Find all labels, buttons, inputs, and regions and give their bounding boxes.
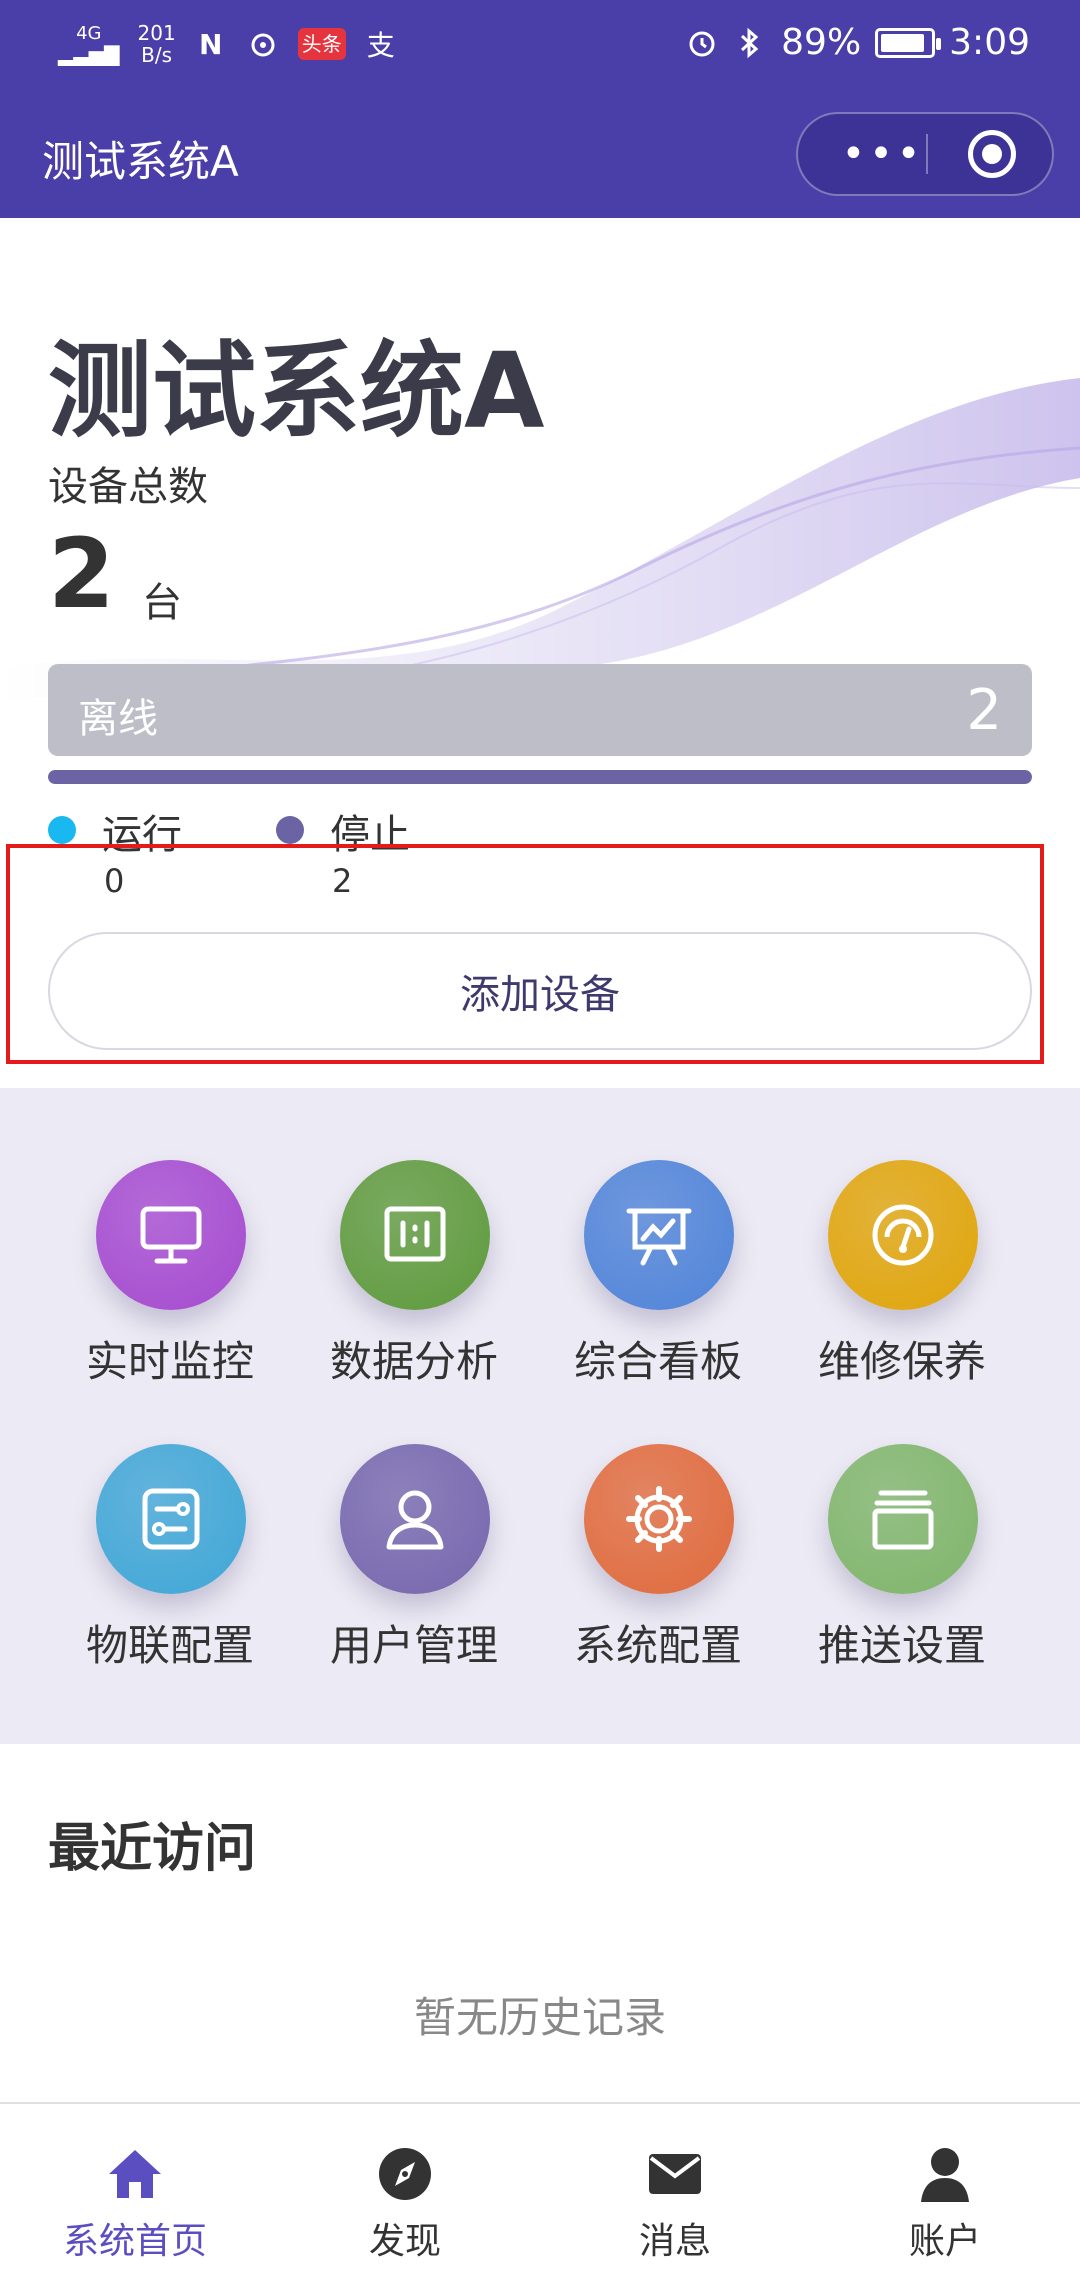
monitor-icon: [96, 1160, 246, 1310]
tab-label: 发现: [368, 2221, 441, 2262]
tile-label: 用户管理: [329, 1621, 498, 1670]
gauge-icon: [828, 1160, 978, 1310]
function-grid: 实时监控 数据分析 综合看板 维修保养 物联配置 用户管理 系统配置 推送设置: [0, 1088, 1080, 1744]
tile-label: 物联配置: [85, 1621, 254, 1670]
alarm-icon: [685, 26, 719, 60]
user-icon: [340, 1444, 490, 1594]
running-dot: [48, 816, 76, 844]
mail-icon: [649, 2154, 701, 2194]
tab-account[interactable]: 账户: [810, 2104, 1080, 2282]
tab-label: 账户: [908, 2221, 981, 2262]
status-progress-fill: [48, 770, 1032, 784]
tile-label: 推送设置: [817, 1621, 986, 1670]
presentation-board-icon: [584, 1160, 734, 1310]
alipay-icon: 支: [366, 29, 395, 62]
battery-percent: 89%: [781, 22, 862, 63]
recent-visits-title: 最近访问: [48, 1819, 257, 1879]
tile-iot-config[interactable]: 物联配置: [48, 1372, 292, 1670]
more-dots-icon[interactable]: •••: [828, 114, 938, 194]
tile-realtime-monitor[interactable]: 实时监控: [48, 1088, 292, 1386]
nfc-icon: N: [199, 27, 223, 61]
battery-icon: [875, 27, 942, 58]
capsule-divider: [926, 134, 928, 174]
toutiao-icon: 头条: [297, 28, 346, 60]
tile-user-management[interactable]: 用户管理: [292, 1372, 536, 1670]
data-panel-icon: [340, 1160, 490, 1310]
recent-empty-text: 暂无历史记录: [413, 1993, 666, 2042]
net-speed: 201 B/s: [138, 22, 176, 66]
tab-discover[interactable]: 发现: [270, 2104, 540, 2282]
clock-time: 3:09: [949, 22, 1030, 63]
tab-label: 消息: [638, 2221, 711, 2262]
device-total-value: 2: [48, 518, 115, 630]
tile-label: 系统配置: [573, 1621, 742, 1670]
net-speed-unit: B/s: [141, 43, 173, 67]
person-icon: [921, 2148, 969, 2202]
target-icon[interactable]: [968, 130, 1016, 178]
tab-home[interactable]: 系统首页: [0, 2104, 270, 2282]
status-progress-bar: [48, 770, 1032, 784]
offline-label: 离线: [78, 696, 158, 742]
device-total-unit: 台: [142, 580, 182, 626]
gear-icon: [584, 1444, 734, 1594]
tile-system-config[interactable]: 系统配置: [536, 1372, 780, 1670]
device-total-label: 设备总数: [48, 464, 208, 510]
app-title: 测试系统A: [42, 137, 239, 186]
tile-maintenance[interactable]: 维修保养: [780, 1088, 1024, 1386]
tile-push-settings[interactable]: 推送设置: [780, 1372, 1024, 1670]
app-header: 4G ▂▃▅▇ 201 B/s N 头条 支 89% 3:09 测试系统A ••…: [0, 0, 1080, 218]
signal-label: 4G: [76, 23, 102, 44]
config-switch-icon: [96, 1444, 246, 1594]
weibo-icon: [246, 27, 280, 61]
bottom-tab-bar: 系统首页 发现 消息 账户: [0, 2102, 1080, 2280]
status-bar: 4G ▂▃▅▇ 201 B/s N 头条 支 89% 3:09: [0, 0, 1080, 95]
signal-icon: 4G ▂▃▅▇: [58, 23, 120, 66]
miniapp-capsule: •••: [796, 112, 1054, 196]
home-icon: [109, 2150, 161, 2198]
compass-icon: [379, 2148, 431, 2200]
tile-dashboard[interactable]: 综合看板: [536, 1088, 780, 1386]
stopped-dot: [276, 816, 304, 844]
highlight-box: [6, 844, 1044, 1064]
offline-count: 2: [966, 678, 1002, 743]
window-stack-icon: [828, 1444, 978, 1594]
tile-data-analysis[interactable]: 数据分析: [292, 1088, 536, 1386]
tab-label: 系统首页: [62, 2221, 207, 2262]
bluetooth-icon: [733, 26, 767, 60]
system-title: 测试系统A: [48, 330, 545, 452]
net-speed-value: 201: [137, 21, 176, 45]
offline-status-bar: 离线 2: [48, 664, 1032, 756]
tab-messages[interactable]: 消息: [540, 2104, 810, 2282]
